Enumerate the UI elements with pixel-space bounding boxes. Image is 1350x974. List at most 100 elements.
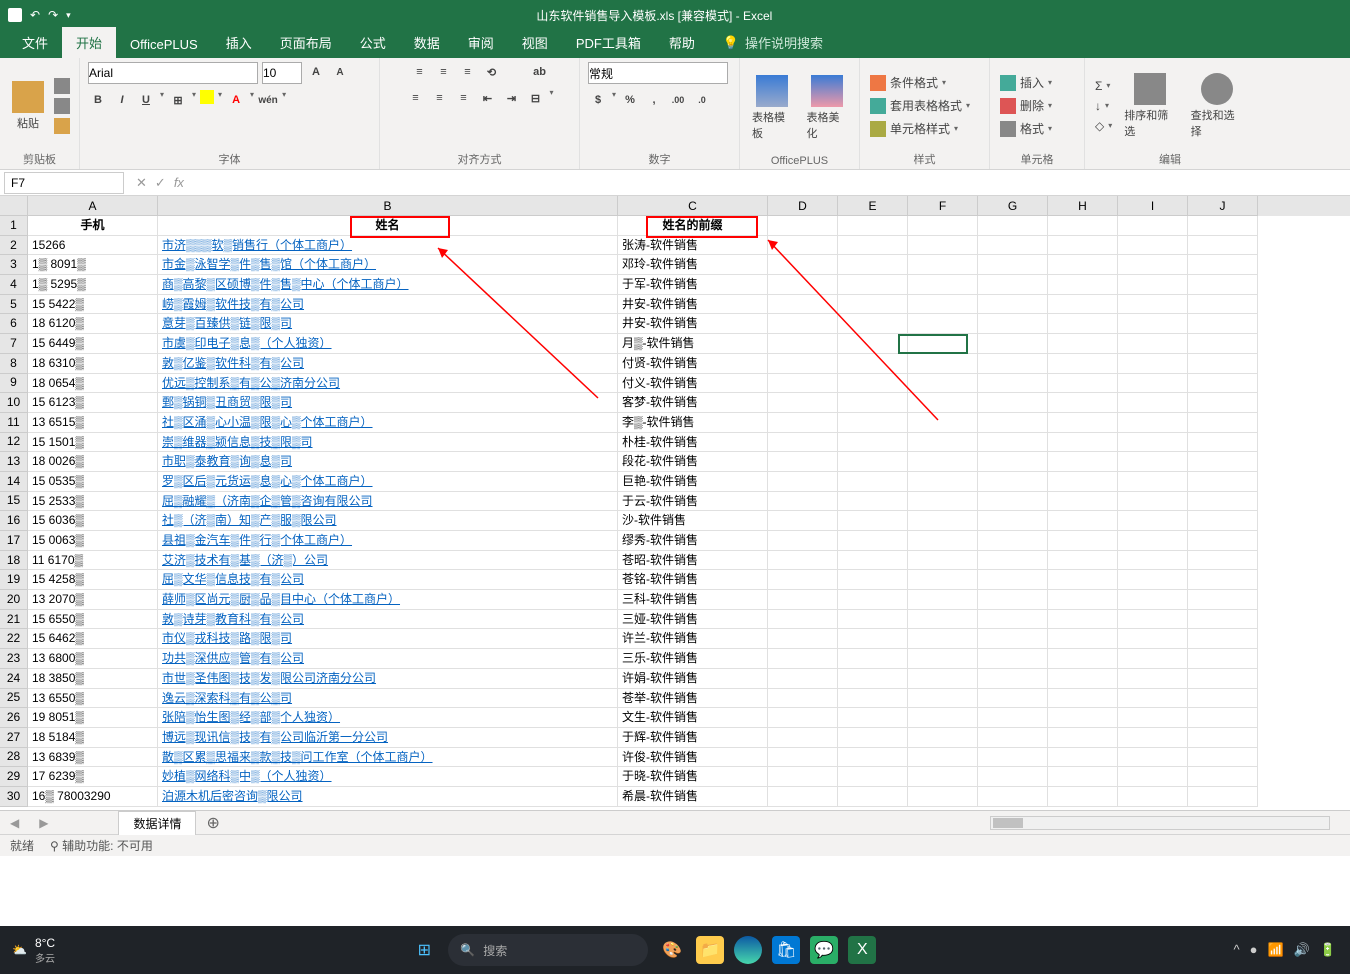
cell[interactable] <box>908 551 978 571</box>
cell-name-link[interactable]: 市世▒圣伟图▒技▒发▒限公司济南分公司 <box>158 669 618 689</box>
cell[interactable] <box>838 748 908 768</box>
cell[interactable] <box>908 629 978 649</box>
cell[interactable] <box>1118 275 1188 295</box>
cell[interactable] <box>768 531 838 551</box>
cell[interactable] <box>768 689 838 709</box>
cell[interactable] <box>978 452 1048 472</box>
shrink-font-icon[interactable]: A <box>330 62 350 82</box>
cell[interactable] <box>1118 629 1188 649</box>
cell-prefix[interactable]: 于军-软件销售 <box>618 275 768 295</box>
cell[interactable] <box>908 669 978 689</box>
cell[interactable] <box>768 393 838 413</box>
cell[interactable] <box>838 236 908 256</box>
cell-name-link[interactable]: 意芽▒百臻供▒链▒限▒司 <box>158 314 618 334</box>
copy-icon[interactable] <box>54 98 70 114</box>
cell[interactable] <box>1048 669 1118 689</box>
row-header[interactable]: 14 <box>0 472 28 492</box>
comma-format-icon[interactable]: , <box>644 90 664 110</box>
tab-page-layout[interactable]: 页面布局 <box>266 27 346 58</box>
cell[interactable] <box>908 354 978 374</box>
cell[interactable] <box>1118 334 1188 354</box>
cell-phone[interactable]: 15 6550▒ <box>28 610 158 630</box>
cell-J1[interactable] <box>1188 216 1258 236</box>
name-box[interactable]: F7 <box>4 172 124 194</box>
decrease-indent-icon[interactable]: ⇤ <box>477 88 497 108</box>
cell[interactable] <box>908 590 978 610</box>
cell-name-link[interactable]: 鄄▒锅铜▒丑商贸▒限▒司 <box>158 393 618 413</box>
cell[interactable] <box>838 255 908 275</box>
cell[interactable] <box>978 669 1048 689</box>
cell[interactable] <box>1188 531 1258 551</box>
cell-prefix[interactable]: 巨艳-软件销售 <box>618 472 768 492</box>
italic-button[interactable]: I <box>112 90 132 110</box>
cell[interactable] <box>1188 708 1258 728</box>
border-dropdown[interactable]: ▾ <box>192 90 196 110</box>
cell-phone[interactable]: 13 2070▒ <box>28 590 158 610</box>
store-icon[interactable]: 🛍 <box>772 936 800 964</box>
conditional-format-button[interactable]: 条件格式▾ <box>868 73 972 92</box>
cancel-formula-icon[interactable]: ✕ <box>136 175 147 191</box>
cell-name-link[interactable]: 社▒（济▒南）知▒产▒服▒限公司 <box>158 511 618 531</box>
cell[interactable] <box>978 492 1048 512</box>
tray-chevron-icon[interactable]: ^ <box>1233 942 1239 958</box>
tab-help[interactable]: 帮助 <box>655 27 709 58</box>
cell[interactable] <box>908 255 978 275</box>
tab-officeplus[interactable]: OfficePLUS <box>116 31 212 58</box>
fill-color-button[interactable] <box>200 90 214 104</box>
cell[interactable] <box>908 708 978 728</box>
cell-name-link[interactable]: 市职▒泰教育▒询▒息▒司 <box>158 452 618 472</box>
increase-decimal-icon[interactable]: .00 <box>668 90 688 110</box>
explorer-icon[interactable]: 📁 <box>696 936 724 964</box>
cell[interactable] <box>978 748 1048 768</box>
cell[interactable] <box>1188 590 1258 610</box>
cell-B1[interactable]: 姓名 <box>158 216 618 236</box>
cell-phone[interactable]: 15 1501▒ <box>28 433 158 453</box>
cell[interactable] <box>908 787 978 807</box>
cell[interactable] <box>1118 748 1188 768</box>
cell[interactable] <box>908 728 978 748</box>
format-cells-button[interactable]: 格式▾ <box>998 119 1054 138</box>
cell[interactable] <box>978 433 1048 453</box>
cell-prefix[interactable]: 沙-软件销售 <box>618 511 768 531</box>
cell[interactable] <box>1048 452 1118 472</box>
cell[interactable] <box>1048 787 1118 807</box>
cell[interactable] <box>1188 472 1258 492</box>
cell[interactable] <box>768 413 838 433</box>
tray-battery-icon[interactable]: 🔋 <box>1320 942 1336 958</box>
cell[interactable] <box>1048 472 1118 492</box>
cell[interactable] <box>1048 708 1118 728</box>
cell[interactable] <box>768 334 838 354</box>
cell-name-link[interactable]: 市济▒▒▒软▒销售行（个体工商户） <box>158 236 618 256</box>
col-header-I[interactable]: I <box>1118 196 1188 216</box>
cell[interactable] <box>1048 511 1118 531</box>
cell[interactable] <box>908 649 978 669</box>
cell[interactable] <box>1118 492 1188 512</box>
cell-phone[interactable]: 18 0654▒ <box>28 374 158 394</box>
row-header[interactable]: 15 <box>0 492 28 512</box>
col-header-J[interactable]: J <box>1188 196 1258 216</box>
cut-icon[interactable] <box>54 78 70 94</box>
cell-prefix[interactable]: 文生-软件销售 <box>618 708 768 728</box>
row-header[interactable]: 18 <box>0 551 28 571</box>
cell[interactable] <box>1048 334 1118 354</box>
col-header-F[interactable]: F <box>908 196 978 216</box>
select-all-corner[interactable] <box>0 196 28 216</box>
cell[interactable] <box>1048 255 1118 275</box>
cell-prefix[interactable]: 苍昭-软件销售 <box>618 551 768 571</box>
cell[interactable] <box>768 295 838 315</box>
wechat-icon[interactable]: 💬 <box>810 936 838 964</box>
cell-name-link[interactable]: 屈▒文华▒信息技▒有▒公司 <box>158 570 618 590</box>
cell[interactable] <box>1048 551 1118 571</box>
cell[interactable] <box>1188 236 1258 256</box>
row-header[interactable]: 28 <box>0 748 28 768</box>
grow-font-icon[interactable]: A <box>306 62 326 82</box>
row-header[interactable]: 6 <box>0 314 28 334</box>
cell[interactable] <box>1188 354 1258 374</box>
fill-dropdown[interactable]: ▾ <box>218 90 222 110</box>
accounting-dropdown[interactable]: ▾ <box>612 90 616 110</box>
cell[interactable] <box>1188 334 1258 354</box>
autosum-button[interactable]: Σ▾ <box>1093 78 1114 94</box>
cell[interactable] <box>1048 748 1118 768</box>
paste-button[interactable]: 粘贴 <box>8 79 48 133</box>
cell[interactable] <box>1048 728 1118 748</box>
